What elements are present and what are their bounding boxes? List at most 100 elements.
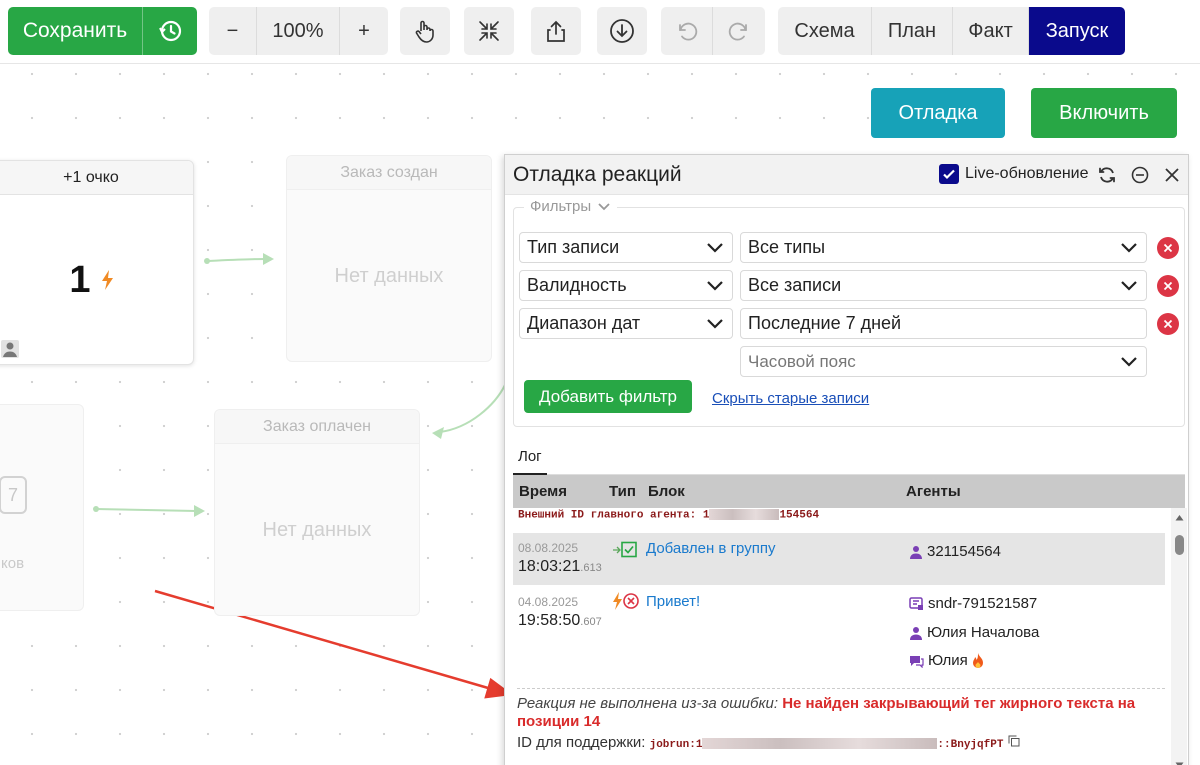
chevron-down-icon <box>707 243 723 253</box>
filter-field-select-type[interactable]: Тип записи <box>519 232 733 263</box>
filter-value-label: Все типы <box>748 237 826 257</box>
table-row[interactable]: 08.08.2025 18:03:21.613 Добавлен в групп… <box>513 533 1165 585</box>
close-icon <box>1163 281 1173 291</box>
remove-filter-button[interactable] <box>1157 275 1179 297</box>
row-date: 04.08.2025 <box>518 595 579 609</box>
lightning-icon <box>101 270 113 290</box>
chevron-down-icon <box>1121 357 1137 367</box>
column-type[interactable]: Тип <box>609 483 636 500</box>
log-table-header: Время Тип Блок Агенты <box>513 475 1185 508</box>
user-icon <box>910 626 922 640</box>
remove-filter-button[interactable] <box>1157 313 1179 335</box>
chevron-down-icon <box>598 202 610 210</box>
column-block[interactable]: Блок <box>648 483 685 500</box>
fire-icon <box>972 652 983 668</box>
close-icon[interactable] <box>1162 165 1182 185</box>
column-agents[interactable]: Агенты <box>906 483 961 500</box>
redacted-value <box>709 509 780 520</box>
minimize-icon[interactable] <box>1130 165 1150 185</box>
left-node-text: ков <box>1 555 25 572</box>
filter-field-label: Тип записи <box>527 237 620 257</box>
error-trigger-icon <box>612 592 640 615</box>
external-id-line: Внешний ID главного агента: 1 154564 <box>518 509 819 521</box>
close-icon <box>1163 319 1173 329</box>
row-date: 08.08.2025 <box>518 541 579 555</box>
date-range-value: Последние 7 дней <box>748 313 902 333</box>
score-node[interactable]: +1 очко 1 <box>0 160 194 365</box>
chevron-down-icon <box>707 281 723 291</box>
agent-name: 321154564 <box>927 543 1001 560</box>
chevron-down-icon <box>707 319 723 329</box>
redacted-value <box>702 737 938 749</box>
add-filter-button[interactable]: Добавить фильтр <box>524 380 692 413</box>
scrollbar-thumb[interactable] <box>1175 535 1184 555</box>
filter-field-select-validity[interactable]: Валидность <box>519 270 733 301</box>
remove-filter-button[interactable] <box>1157 237 1179 259</box>
support-id-line: ID для поддержки: jobrun:1::BnyjqfPT <box>517 734 1165 754</box>
score-value: 1 <box>69 258 91 301</box>
filter-value-select-validity[interactable]: Все записи <box>740 270 1147 301</box>
left-node[interactable]: 7 ков <box>0 404 84 611</box>
agent-item[interactable]: 321154564 <box>909 543 1001 560</box>
user-icon <box>910 545 922 559</box>
left-node-badge: 7 <box>7 484 18 505</box>
row-block-link[interactable]: Привет! <box>646 593 700 610</box>
log-table-body: Внешний ID главного агента: 1 154564 08.0… <box>513 508 1165 765</box>
copy-icon[interactable] <box>1008 735 1020 747</box>
agent-item[interactable]: Юлия <box>909 652 984 669</box>
agent-item[interactable]: sndr-791521587 <box>909 595 1037 612</box>
node-order-created-header: Заказ создан <box>287 156 491 190</box>
row-time: 18:03:21.613 <box>518 558 602 575</box>
calendar-icon: 7 <box>0 476 27 514</box>
node-order-created[interactable]: Заказ создан Нет данных <box>286 155 492 362</box>
agent-name: Юлия <box>928 652 968 669</box>
tab-log[interactable]: Лог <box>513 439 547 475</box>
filter-field-label: Диапазон дат <box>527 313 641 333</box>
score-node-header: +1 очко <box>0 161 193 195</box>
debug-panel: Отладка реакций Live-обновление Фильтры … <box>504 154 1189 765</box>
timezone-placeholder: Часовой пояс <box>748 351 856 371</box>
agent-name: Юлия Началова <box>927 624 1040 641</box>
filters-box: Фильтры Тип записи Все типы Валидность В… <box>513 198 1185 427</box>
hide-old-records-link[interactable]: Скрыть старые записи <box>712 390 869 407</box>
node-order-paid-header: Заказ оплачен <box>215 410 419 444</box>
user-icon <box>1 340 19 358</box>
error-message: Реакция не выполнена из-за ошибки: Не на… <box>517 688 1165 754</box>
column-time[interactable]: Время <box>519 483 567 500</box>
node-order-created-body: Нет данных <box>334 264 444 287</box>
support-id-label: ID для поддержки: <box>517 734 646 751</box>
row-time: 19:58:50.607 <box>518 612 602 629</box>
filters-legend[interactable]: Фильтры <box>524 198 618 215</box>
filter-field-select-date[interactable]: Диапазон дат <box>519 308 733 339</box>
chevron-down-icon <box>1121 281 1137 291</box>
chat-icon <box>910 655 924 668</box>
debug-panel-title: Отладка реакций <box>513 162 682 186</box>
row-block-link[interactable]: Добавлен в группу <box>646 540 775 557</box>
node-order-paid[interactable]: Заказ оплачен Нет данных <box>214 409 420 616</box>
debug-panel-header: Отладка реакций Live-обновление <box>505 155 1188 195</box>
filter-field-label: Валидность <box>527 275 627 295</box>
external-id-label: Внешний ID главного агента: 1 <box>518 509 710 522</box>
timezone-select[interactable]: Часовой пояс <box>740 346 1147 377</box>
group-add-icon <box>612 541 638 564</box>
live-update-toggle[interactable]: Live-обновление <box>939 164 1089 184</box>
filters-legend-label: Фильтры <box>530 198 592 215</box>
filter-value-select-type[interactable]: Все типы <box>740 232 1147 263</box>
support-id-head: jobrun:1 <box>649 739 703 751</box>
sender-icon <box>909 596 923 610</box>
node-order-paid-body: Нет данных <box>262 518 372 541</box>
date-range-input[interactable]: Последние 7 дней <box>740 308 1147 339</box>
score-node-body: 1 <box>0 195 195 365</box>
table-row[interactable]: 04.08.2025 19:58:50.607 Привет! sndr-791… <box>513 585 1165 681</box>
filter-value-label: Все записи <box>748 275 842 295</box>
live-update-checkbox[interactable] <box>939 164 959 184</box>
external-id-tail: 154564 <box>779 509 820 522</box>
agent-name: sndr-791521587 <box>928 595 1038 612</box>
log-scrollbar[interactable] <box>1171 508 1187 765</box>
log-tabs: Лог <box>513 439 1185 475</box>
refresh-icon[interactable] <box>1097 165 1117 185</box>
agent-item[interactable]: Юлия Началова <box>909 624 1039 641</box>
live-update-label: Live-обновление <box>965 165 1089 182</box>
close-icon <box>1163 243 1173 253</box>
support-id-tail: ::BnyjqfPT <box>937 739 1004 751</box>
